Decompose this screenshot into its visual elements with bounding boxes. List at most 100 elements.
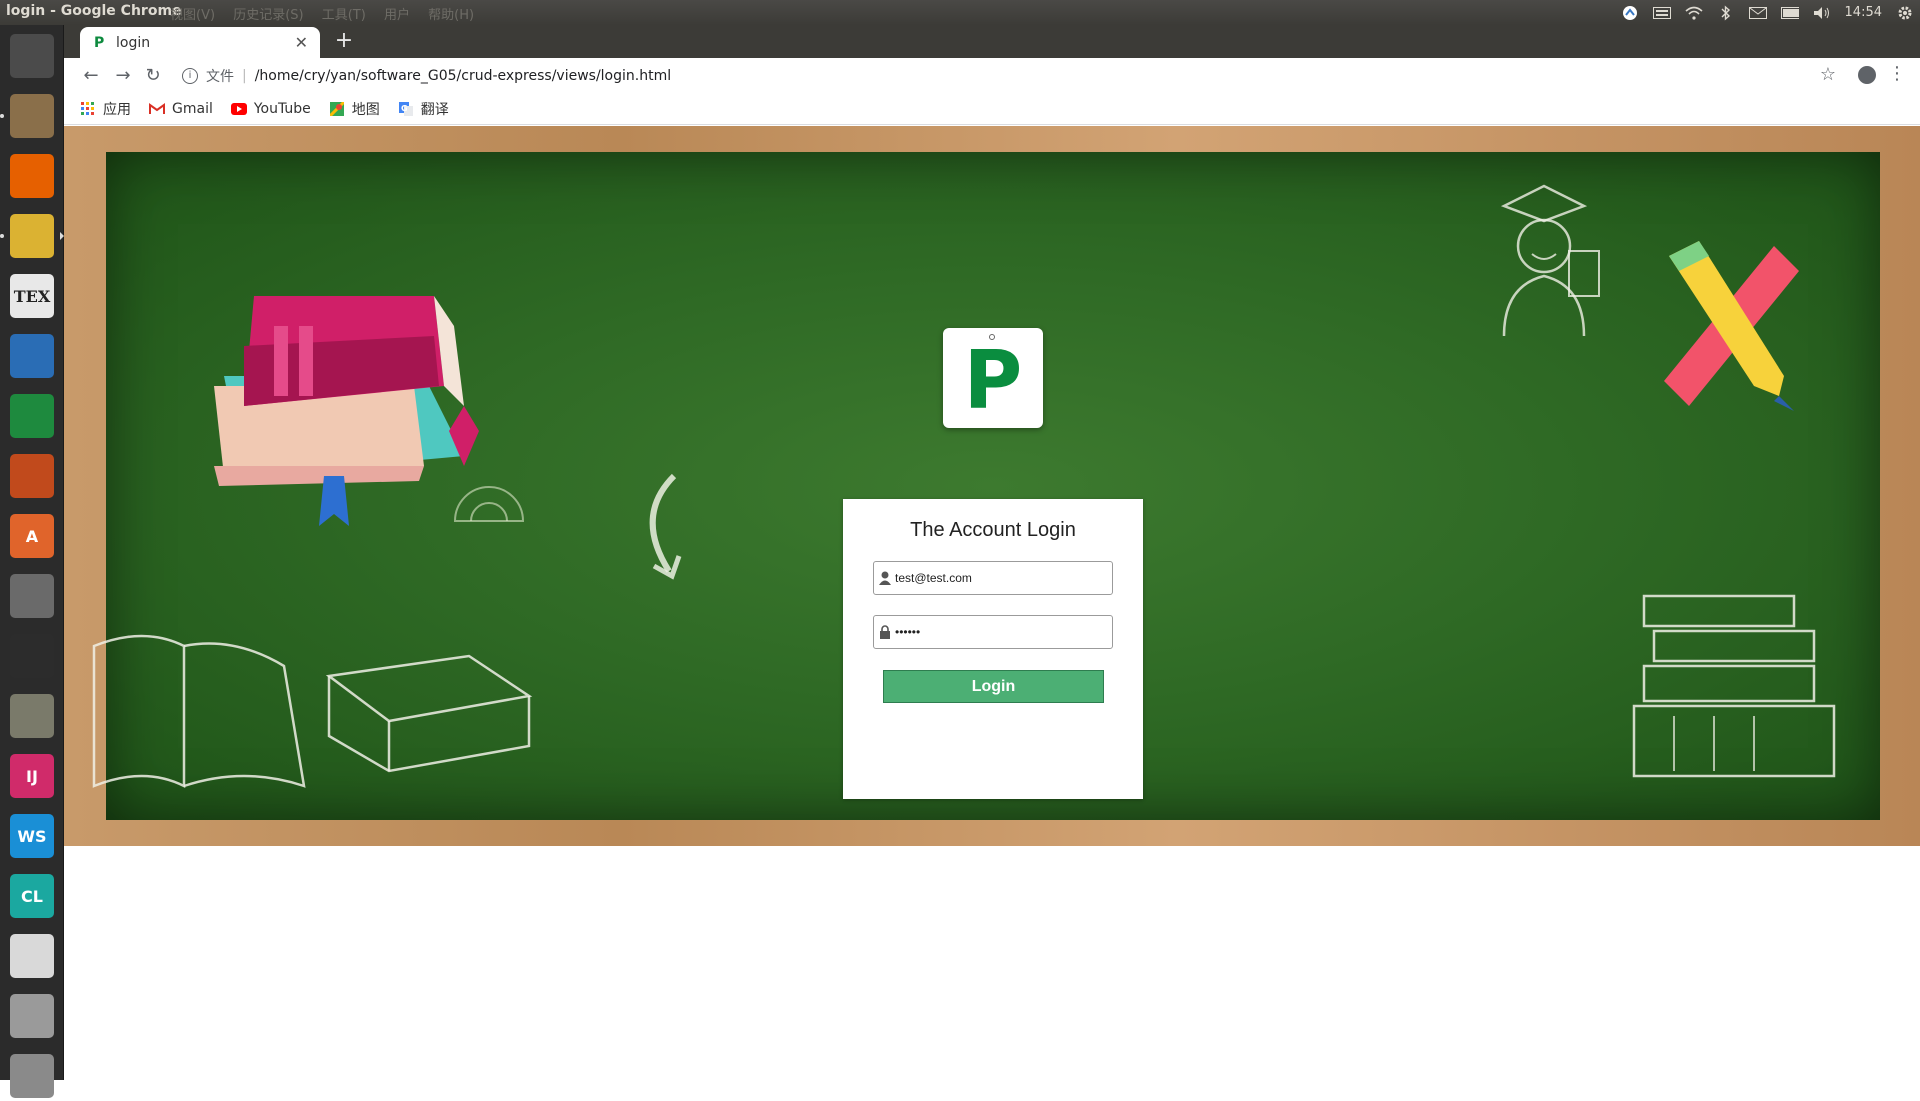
impress-icon	[10, 454, 54, 498]
reload-icon[interactable]: ↻	[142, 65, 164, 87]
clock[interactable]: 14:54	[1845, 5, 1882, 20]
close-icon[interactable]: ✕	[295, 33, 308, 52]
system-settings-icon	[10, 574, 54, 618]
bluetooth-icon[interactable]	[1717, 4, 1735, 21]
texmaker-icon: TEX	[10, 274, 54, 318]
bookmark-youtube[interactable]: YouTube	[230, 101, 311, 117]
intellij-icon: IJ	[10, 754, 54, 798]
webstorm-launcher[interactable]: WS	[7, 811, 57, 861]
trash-icon	[10, 1054, 54, 1098]
firefox-launcher[interactable]	[7, 151, 57, 201]
ghost-menu-item: 帮助(H)	[428, 8, 475, 23]
address-url[interactable]: /home/cry/yan/software_G05/crud-express/…	[255, 68, 671, 84]
back-arrow-icon[interactable]: ←	[80, 65, 102, 87]
page-viewport: P The Account Login Login	[64, 126, 1920, 1080]
lock-icon	[877, 624, 893, 640]
document-viewer-launcher[interactable]	[7, 931, 57, 981]
drive-launcher[interactable]	[7, 991, 57, 1041]
gimp-icon	[10, 694, 54, 738]
info-icon[interactable]: i	[182, 68, 198, 84]
system-top-bar: login - Google Chrome 视图(V) 历史记录(S) 工具(T…	[0, 0, 1920, 25]
software-center-launcher[interactable]: A	[7, 511, 57, 561]
impress-launcher[interactable]	[7, 451, 57, 501]
trash-launcher[interactable]	[7, 1051, 57, 1101]
forward-arrow-icon[interactable]: →	[112, 65, 134, 87]
pencil-ruler-illustration	[1664, 241, 1799, 411]
ubuntu-dash-launcher[interactable]	[7, 31, 57, 81]
user-icon	[877, 570, 893, 586]
address-bar[interactable]: i 文件 | /home/cry/yan/software_G05/crud-e…	[174, 62, 1864, 90]
running-indicator	[0, 234, 4, 238]
battery-icon[interactable]	[1780, 5, 1799, 21]
bookmark-apps[interactable]: 应用	[80, 99, 131, 119]
texmaker-launcher[interactable]: TEX	[7, 271, 57, 321]
bookmark-label: 翻译	[420, 101, 449, 118]
settings-gear-icon[interactable]	[1896, 5, 1914, 21]
document-viewer-icon	[10, 934, 54, 978]
site-logo: P	[943, 328, 1043, 428]
bookmark-star-icon[interactable]: ☆	[1820, 64, 1836, 85]
keyboard-icon[interactable]	[1652, 5, 1671, 21]
password-field[interactable]	[873, 615, 1113, 649]
login-button[interactable]: Login	[883, 670, 1104, 703]
chrome-menu-icon[interactable]: ⋮	[1888, 63, 1906, 84]
login-heading: The Account Login	[910, 519, 1076, 541]
address-scheme: 文件	[206, 69, 234, 85]
email-field[interactable]	[873, 561, 1113, 595]
ghost-menu-item: 视图(V)	[170, 8, 216, 23]
bookmark-maps[interactable]: 地图	[329, 99, 380, 119]
writer-launcher[interactable]	[7, 331, 57, 381]
volume-icon[interactable]	[1813, 5, 1831, 21]
intellij-launcher[interactable]: IJ	[7, 751, 57, 801]
bookmark-translate[interactable]: G 翻译	[398, 99, 449, 119]
login-card: The Account Login Login	[843, 499, 1143, 799]
ghost-menu-item: 历史记录(S)	[233, 8, 304, 23]
wifi-icon[interactable]	[1685, 5, 1703, 21]
writer-icon	[10, 334, 54, 378]
software-center-icon: A	[10, 514, 54, 558]
mail-icon[interactable]	[1748, 5, 1767, 21]
gimp-launcher[interactable]	[7, 691, 57, 741]
clion-launcher[interactable]: CL	[7, 871, 57, 921]
password-input[interactable]	[895, 625, 1105, 639]
maps-icon	[329, 101, 345, 117]
bookmark-label: 应用	[103, 101, 131, 118]
system-tray: 14:54	[1621, 0, 1914, 25]
curved-arrow-sketch	[649, 473, 682, 580]
bookmark-label: Gmail	[172, 100, 213, 117]
firefox-icon	[10, 154, 54, 198]
terminal-launcher[interactable]	[7, 631, 57, 681]
ghost-menu-item: 用户	[383, 8, 410, 23]
logo-letter: P	[963, 334, 1023, 427]
tab-title: login	[116, 34, 151, 51]
chalkboard-frame: P The Account Login Login	[64, 126, 1920, 846]
launcher: TEX A IJ WS CL	[0, 25, 64, 1098]
bookmark-label: 地图	[351, 101, 380, 118]
window-title: login - Google Chrome	[6, 3, 182, 19]
ghost-menu-item: 工具(T)	[321, 8, 366, 23]
calc-icon	[10, 394, 54, 438]
ubuntu-dash-icon	[10, 34, 54, 78]
drive-icon	[10, 994, 54, 1038]
webstorm-icon: WS	[10, 814, 54, 858]
profile-avatar-icon[interactable]	[1858, 66, 1876, 84]
closed-book-sketch	[325, 654, 533, 773]
file-manager-launcher[interactable]	[7, 91, 57, 141]
browser-toolbar: ← → ↻ i 文件 | /home/cry/yan/software_G05/…	[64, 58, 1920, 93]
translate-icon: G	[398, 101, 414, 117]
svg-text:G: G	[401, 104, 408, 113]
chrome-launcher[interactable]	[7, 211, 57, 261]
logo-hole	[989, 334, 995, 340]
address-separator: |	[242, 68, 247, 84]
update-icon[interactable]	[1621, 5, 1639, 21]
tab-login[interactable]: P login ✕	[80, 27, 320, 58]
chrome-icon	[10, 214, 54, 258]
calc-launcher[interactable]	[7, 391, 57, 441]
email-input[interactable]	[895, 571, 1105, 585]
new-tab-button[interactable]: +	[332, 29, 356, 53]
bookmark-gmail[interactable]: Gmail	[149, 101, 213, 117]
graduate-sketch	[1500, 184, 1600, 337]
file-manager-icon	[10, 94, 54, 138]
system-settings-launcher[interactable]	[7, 571, 57, 621]
stacked-books-sketch	[1632, 594, 1836, 778]
